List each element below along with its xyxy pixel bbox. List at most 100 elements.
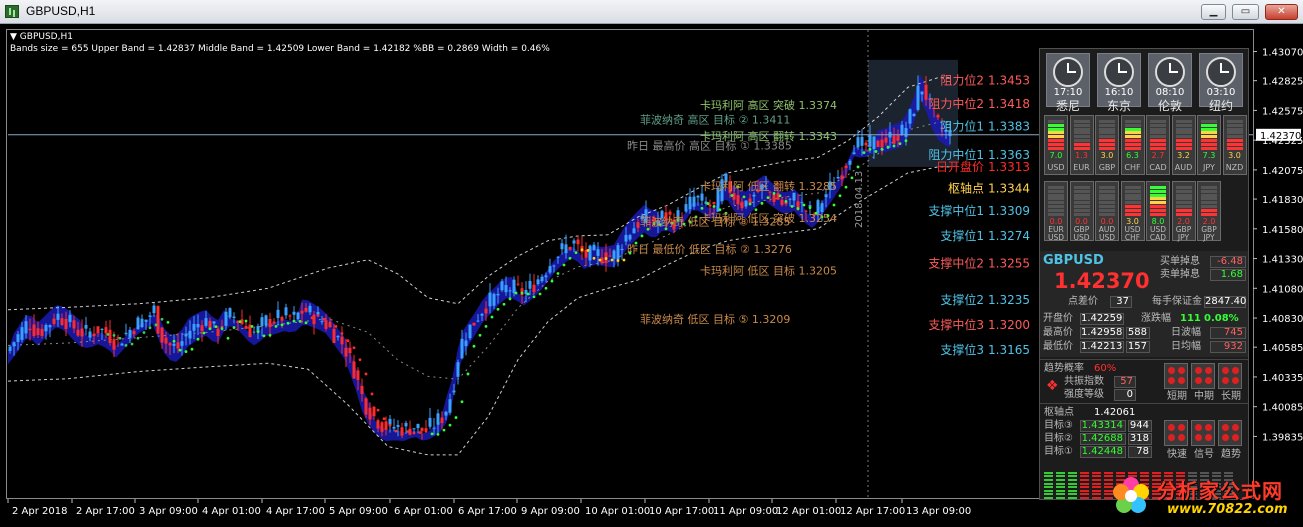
candle-body	[736, 195, 740, 205]
trend-dot	[298, 319, 302, 323]
level-label-11: 支撑位3	[940, 342, 984, 357]
candle-body	[576, 239, 580, 245]
meter-segment	[1068, 475, 1077, 478]
candle-body	[100, 329, 104, 331]
trend-dot	[766, 196, 770, 200]
candle-body	[884, 137, 888, 143]
candle-body	[200, 325, 204, 332]
strength-bar-segment	[1048, 208, 1064, 212]
trend-dot	[484, 324, 488, 328]
trend-dot	[898, 142, 902, 146]
trend-dot	[142, 331, 146, 334]
x-tick-label-11: 11 Apr 09:00	[713, 506, 778, 517]
candle-body	[628, 235, 632, 240]
signal-light-group	[1191, 420, 1215, 446]
candle-body	[912, 113, 916, 117]
candle-body	[68, 314, 72, 323]
trend-value: 60%	[1094, 363, 1117, 374]
trend-dot	[394, 429, 398, 433]
trend-dot	[322, 317, 326, 321]
strength-bar-segment	[1201, 205, 1217, 208]
meter-segment	[1044, 493, 1053, 496]
trend-dot	[538, 292, 542, 296]
candle-body	[224, 311, 228, 326]
strength-bar-segment	[1175, 197, 1192, 201]
strength-bar-segment	[1201, 189, 1217, 193]
x-tick-label-12: 12 Apr 01:00	[776, 506, 841, 517]
strength-bars-icon	[1175, 186, 1192, 216]
candle-body	[36, 328, 40, 336]
candle-body	[332, 328, 336, 344]
trend-dot	[274, 324, 278, 328]
x-tick-label-5: 5 Apr 09:00	[329, 506, 388, 517]
candle-body	[216, 328, 220, 336]
target-points: 944	[1128, 420, 1152, 432]
trend2-label: 趋势	[1221, 449, 1241, 460]
clock-icon	[1104, 57, 1134, 87]
strength-bar-segment	[1073, 197, 1090, 201]
candle-body	[868, 135, 872, 147]
trend-dot	[106, 333, 110, 336]
candle-body	[780, 199, 784, 205]
trend-dot	[532, 295, 536, 299]
clock-city: 东京	[1106, 99, 1131, 113]
candle-body	[176, 342, 180, 349]
signal-light-icon	[1222, 424, 1229, 431]
meter-segment	[1056, 486, 1065, 489]
x-tick-label-2: 3 Apr 09:00	[139, 506, 198, 517]
strength-bar-segment	[1226, 139, 1243, 142]
level-value-2: 1.3383	[988, 119, 1030, 133]
candle-body	[272, 321, 276, 324]
trend-dot	[172, 339, 176, 343]
signal-light-icon	[1205, 367, 1212, 374]
sell-swap-label: 卖单掉息	[1160, 269, 1200, 280]
signal-light-group	[1164, 420, 1188, 446]
candle-body	[12, 342, 16, 347]
pivot-value: 1.42061	[1094, 407, 1136, 418]
mid-term-label: 中期	[1194, 391, 1214, 402]
candle-body	[624, 234, 628, 242]
signal-light-icon	[1178, 377, 1185, 384]
trend-dot	[496, 307, 500, 311]
strength-bar-segment	[1201, 186, 1217, 189]
strength-bar-segment	[1226, 120, 1243, 123]
strength-bar-segment	[1201, 120, 1217, 123]
strength-bar-segment	[1099, 193, 1115, 197]
x-tick-label-0: 2 Apr 2018	[12, 506, 67, 517]
target-value: 1.42448	[1080, 446, 1126, 458]
strength-label: 强度等级	[1064, 389, 1104, 400]
x-tick-label-7: 6 Apr 17:00	[458, 506, 517, 517]
meter-segment	[1068, 497, 1077, 499]
trend-dot	[478, 333, 482, 337]
candle-body	[592, 244, 596, 251]
middle-band-line	[7, 121, 950, 380]
margin-label: 每手保证金	[1152, 296, 1202, 307]
candle-body	[160, 327, 164, 343]
strength-bar-segment	[1073, 186, 1090, 189]
candle-body	[904, 128, 908, 137]
candle-body	[516, 283, 520, 285]
candle-body	[420, 427, 424, 432]
trend-dot	[244, 319, 248, 323]
currency-strength-value: 3.2	[1177, 151, 1190, 160]
signal-light-icon	[1222, 367, 1229, 374]
strength-bar-segment	[1175, 123, 1192, 127]
trend-dot	[364, 372, 368, 376]
candle-body	[432, 427, 436, 429]
candle-body	[544, 275, 548, 278]
strength-bar-segment	[1201, 135, 1217, 139]
trend-dot	[292, 319, 296, 323]
candle-body	[260, 317, 264, 327]
change-percent: 0.08%	[1204, 313, 1239, 324]
strength-bar-segment	[1150, 131, 1166, 135]
annotation-label-0: 卡玛利阿 高区 突破 1.3374	[700, 98, 837, 112]
currency-strength-cell: 8.0 USD CAD	[1146, 181, 1170, 242]
candle-body	[528, 280, 532, 289]
candle-body	[304, 307, 308, 312]
candle-body	[264, 315, 268, 326]
candle-body	[480, 313, 484, 316]
candle-body	[48, 325, 52, 328]
candle-body	[64, 318, 68, 330]
trend-dot	[424, 429, 428, 433]
candle-body	[448, 399, 452, 413]
